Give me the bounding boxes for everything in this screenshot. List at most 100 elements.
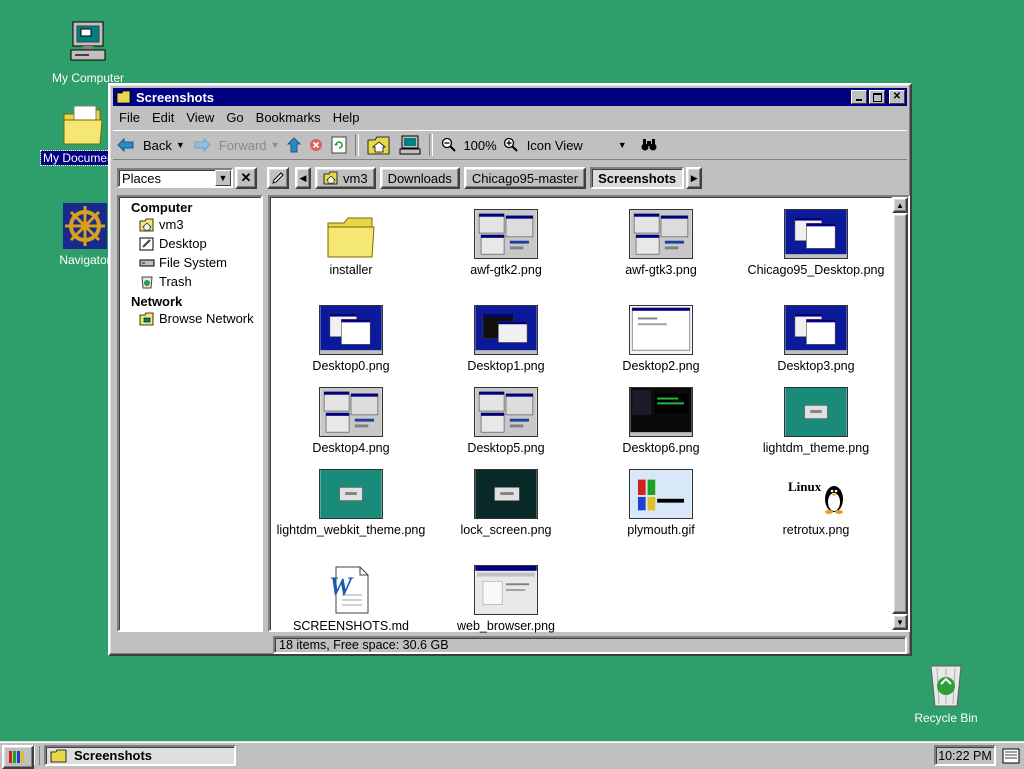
- ship-wheel-icon: [63, 203, 107, 249]
- sidebar-item-file-system[interactable]: File System: [119, 253, 261, 272]
- breadcrumb-label: vm3: [343, 170, 368, 186]
- zoom-out-button[interactable]: [437, 133, 461, 157]
- maximize-button[interactable]: [869, 90, 885, 104]
- file-item[interactable]: installer: [276, 205, 426, 278]
- file-name: Desktop5.png: [467, 441, 545, 455]
- file-icon: [586, 205, 736, 259]
- status-bar: 18 items, Free space: 30.6 GB: [273, 636, 907, 654]
- breadcrumb-downloads[interactable]: Downloads: [379, 167, 460, 189]
- file-item[interactable]: Desktop5.png: [431, 383, 581, 456]
- chevron-right-icon: ▶: [690, 172, 698, 183]
- home-folder-icon: [368, 136, 390, 155]
- breadcrumb-vm3[interactable]: vm3: [315, 167, 376, 189]
- file-icon: [586, 383, 736, 437]
- desktop-icon-my-computer[interactable]: My Computer: [43, 20, 133, 85]
- menu-edit[interactable]: Edit: [146, 110, 180, 125]
- location-bar: Places ▼ ✕ ◀ vm3 Downloads Chicago95-mas…: [113, 163, 907, 193]
- file-item[interactable]: Desktop4.png: [276, 383, 426, 456]
- file-name: lightdm_theme.png: [762, 441, 870, 455]
- breadcrumb-screenshots[interactable]: Screenshots: [590, 167, 685, 189]
- start-button[interactable]: [2, 745, 34, 769]
- view-mode-select[interactable]: Icon View ▼: [523, 133, 631, 157]
- chevron-down-icon[interactable]: ▼: [271, 140, 280, 150]
- stop-button[interactable]: [305, 133, 327, 157]
- file-item[interactable]: Desktop1.png: [431, 301, 581, 374]
- menu-file[interactable]: File: [113, 110, 146, 125]
- image-thumbnail-icon: [784, 305, 848, 355]
- file-icon: [276, 205, 426, 259]
- menu-view[interactable]: View: [180, 110, 220, 125]
- stop-icon: [310, 139, 323, 151]
- search-button[interactable]: [637, 133, 661, 157]
- file-item[interactable]: awf-gtk3.png: [586, 205, 736, 278]
- file-item[interactable]: lock_screen.png: [431, 465, 581, 538]
- desktop-icon-recycle-bin[interactable]: Recycle Bin: [901, 660, 991, 725]
- chevron-left-icon: ◀: [299, 172, 307, 183]
- sidebar-item-desktop[interactable]: Desktop: [119, 234, 261, 253]
- file-icon: [431, 465, 581, 519]
- menu-help[interactable]: Help: [327, 110, 366, 125]
- scroll-down-icon: ▼: [896, 617, 904, 627]
- computer-button[interactable]: [395, 133, 425, 157]
- zoom-in-button[interactable]: [499, 133, 523, 157]
- file-icon: [431, 561, 581, 615]
- file-item[interactable]: awf-gtk2.png: [431, 205, 581, 278]
- file-item[interactable]: lightdm_webkit_theme.png: [276, 465, 426, 538]
- breadcrumb-scroll-left[interactable]: ◀: [295, 167, 311, 189]
- up-arrow-icon: [287, 137, 302, 153]
- close-button[interactable]: ✕: [889, 90, 905, 104]
- home-button[interactable]: [363, 133, 395, 157]
- sidebar-item-vm3[interactable]: vm3: [119, 215, 261, 234]
- maximize-icon: [872, 92, 882, 102]
- file-item[interactable]: W SCREENSHOTS.md: [276, 561, 426, 634]
- file-icon: [431, 383, 581, 437]
- minimize-button[interactable]: [851, 90, 867, 104]
- edit-location-button[interactable]: [267, 167, 289, 189]
- sidebar-item-browse-network[interactable]: Browse Network: [119, 309, 261, 328]
- vertical-scrollbar[interactable]: ▲ ▼: [892, 197, 908, 630]
- file-item[interactable]: Desktop0.png: [276, 301, 426, 374]
- scroll-up-icon: ▲: [896, 200, 904, 210]
- taskbar-window-button[interactable]: Screenshots: [44, 745, 236, 766]
- forward-label: Forward: [218, 137, 267, 153]
- menu-go[interactable]: Go: [220, 110, 249, 125]
- file-item[interactable]: Desktop6.png: [586, 383, 736, 456]
- system-tray-clock[interactable]: 10:22 PM: [934, 745, 996, 766]
- svg-text:W: W: [329, 572, 354, 601]
- file-item[interactable]: Chicago95_Desktop.png: [741, 205, 891, 278]
- image-thumbnail-icon: [629, 209, 693, 259]
- file-item[interactable]: plymouth.gif: [586, 465, 736, 538]
- file-item[interactable]: lightdm_theme.png: [741, 383, 891, 456]
- window-titlebar[interactable]: Screenshots ✕: [113, 88, 907, 106]
- scroll-thumb[interactable]: [892, 213, 908, 614]
- scroll-up-button[interactable]: ▲: [892, 197, 908, 213]
- image-thumbnail-icon: [629, 387, 693, 437]
- places-select[interactable]: Places ▼: [117, 168, 233, 188]
- forward-button[interactable]: Forward ▼: [189, 133, 284, 157]
- file-icon: [276, 383, 426, 437]
- network-tray-icon: [1002, 748, 1020, 764]
- forward-arrow-icon: [194, 138, 211, 152]
- chevron-down-icon[interactable]: ▼: [176, 140, 185, 150]
- text-document-icon: W: [329, 566, 369, 614]
- breadcrumb-scroll-right[interactable]: ▶: [686, 167, 703, 189]
- file-grid: installer awf-gtk2.png awf-gtk3.png Chicago…: [270, 197, 891, 633]
- file-item[interactable]: Desktop3.png: [741, 301, 891, 374]
- close-sidebar-button[interactable]: ✕: [235, 167, 257, 189]
- menu-bookmarks[interactable]: Bookmarks: [250, 110, 327, 125]
- desktop-icon: [139, 237, 154, 250]
- breadcrumb-chicago95-master[interactable]: Chicago95-master: [463, 167, 587, 189]
- file-item[interactable]: Linux retrotux.png: [741, 465, 891, 538]
- up-button[interactable]: [283, 133, 305, 157]
- chevron-down-icon: ▼: [215, 170, 231, 186]
- file-item[interactable]: Desktop2.png: [586, 301, 736, 374]
- toolbar: Back ▼ Forward ▼ 100% Icon View ▼: [113, 130, 907, 160]
- scroll-down-button[interactable]: ▼: [892, 614, 908, 630]
- image-thumbnail-icon: [474, 209, 538, 259]
- file-item[interactable]: web_browser.png: [431, 561, 581, 634]
- sidebar-item-label: File System: [159, 255, 227, 270]
- sidebar-item-trash[interactable]: Trash: [119, 272, 261, 291]
- binoculars-icon: [641, 139, 657, 151]
- reload-button[interactable]: [327, 133, 351, 157]
- back-button[interactable]: Back ▼: [113, 133, 189, 157]
